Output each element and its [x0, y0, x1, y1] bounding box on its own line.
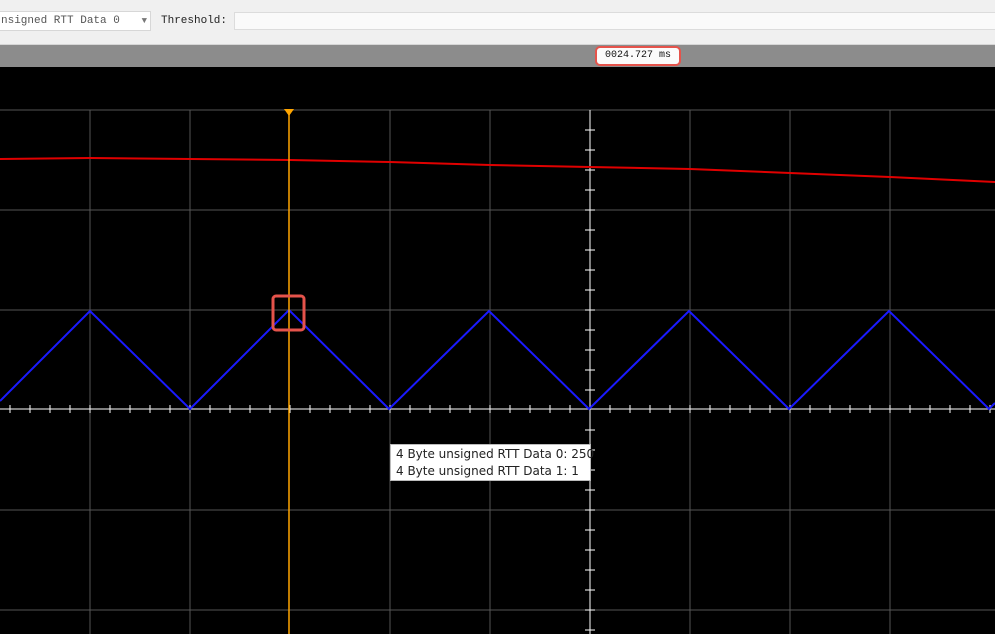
plot-axes [0, 110, 995, 634]
plot-grid [0, 109, 995, 634]
tooltip-line-data1: 4 Byte unsigned RTT Data 1: 1 [396, 464, 579, 478]
value-tooltip: 4 Byte unsigned RTT Data 0: 250 4 Byte u… [390, 444, 595, 481]
time-ruler-bar [0, 45, 995, 67]
threshold-input[interactable] [234, 12, 995, 30]
chevron-down-icon[interactable]: ▼ [142, 12, 147, 30]
waveform-plot[interactable] [0, 67, 995, 634]
tooltip-line-data0: 4 Byte unsigned RTT Data 0: 250 [396, 447, 595, 461]
data0-trace [0, 156, 995, 183]
triangle-down-icon [284, 109, 294, 116]
channel-select[interactable]: nsigned RTT Data 0 ▼ [0, 11, 151, 31]
data1-trace [0, 308, 995, 411]
threshold-label: Threshold: [161, 15, 228, 27]
cursor-time-readout: 0024.727 ms [595, 46, 681, 66]
channel-select-value: nsigned RTT Data 0 [1, 15, 120, 27]
toolbar: nsigned RTT Data 0 ▼ Threshold: [0, 0, 995, 45]
